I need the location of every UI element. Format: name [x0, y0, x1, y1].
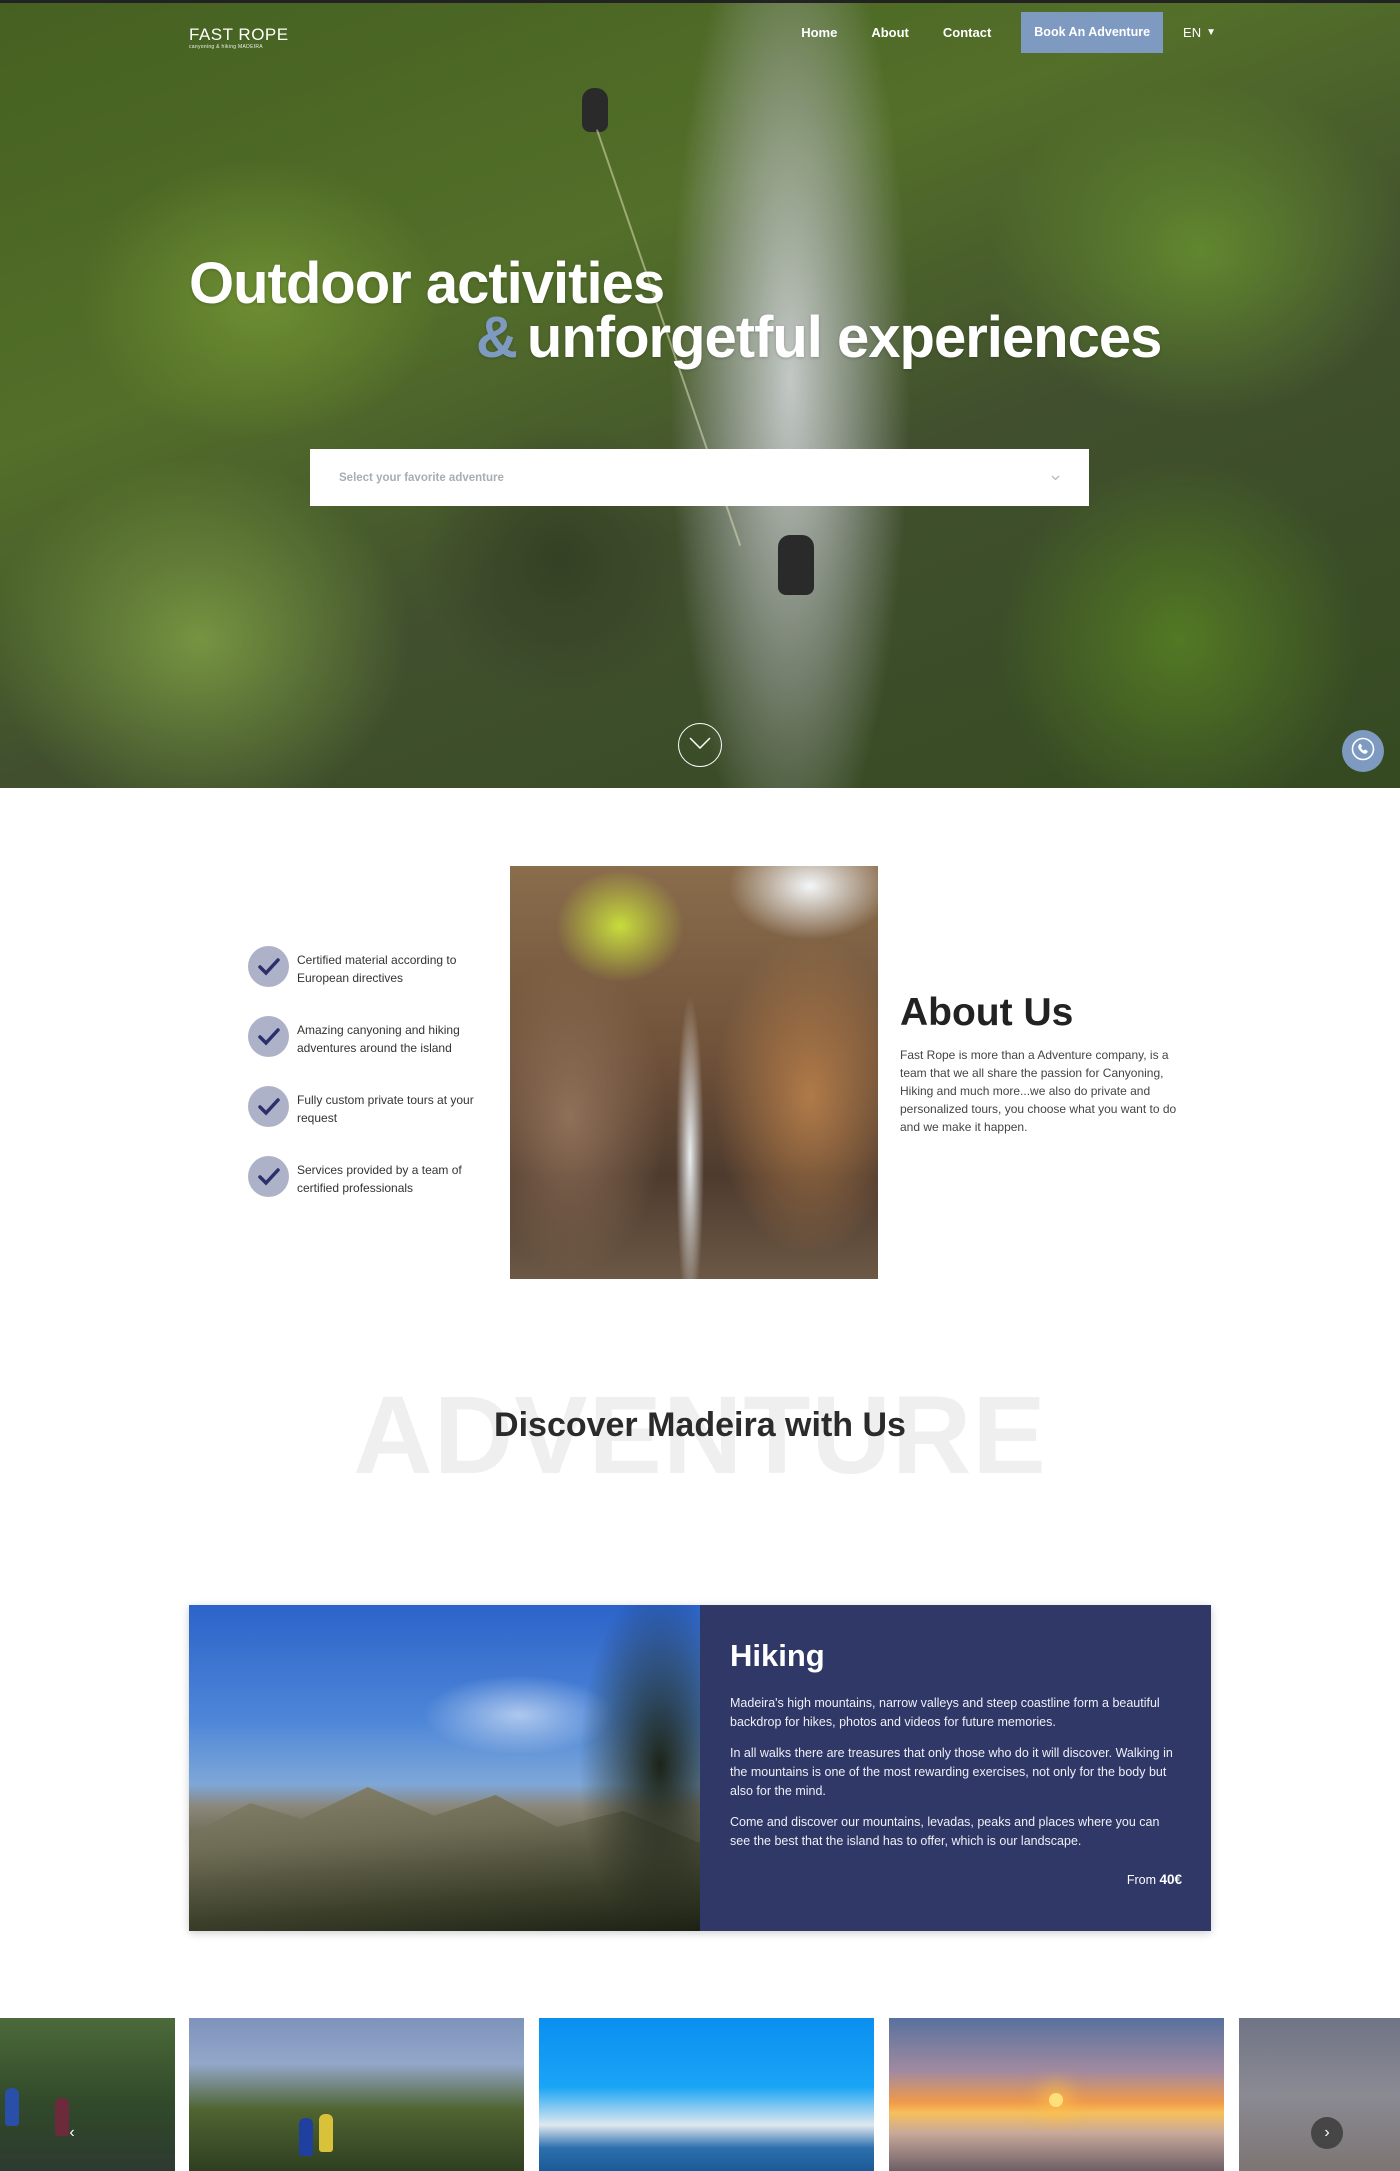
scroll-down-button[interactable]: [678, 723, 722, 767]
nav-home-link[interactable]: Home: [801, 25, 837, 40]
about-title: About Us: [900, 991, 1074, 1034]
language-code: EN: [1183, 25, 1202, 40]
activity-title: Hiking: [730, 1638, 825, 1673]
hiker-figure: [319, 2114, 333, 2152]
hero-climber-image: [582, 88, 608, 132]
feature-item: Services provided by a team of certified…: [248, 1156, 488, 1226]
hiker-figure: [299, 2118, 313, 2156]
activity-paragraph: Madeira's high mountains, narrow valleys…: [730, 1696, 1160, 1729]
price-prefix: From: [1126, 1873, 1156, 1887]
carousel-slide[interactable]: [539, 2018, 874, 2171]
feature-item: Amazing canyoning and hiking adventures …: [248, 1016, 488, 1086]
carousel-slide[interactable]: [189, 2018, 524, 2171]
chevron-down-icon: [1051, 472, 1060, 484]
feature-item: Certified material according to European…: [248, 946, 488, 1016]
chevron-down-icon: [689, 736, 711, 754]
carousel-slide[interactable]: [889, 2018, 1224, 2171]
sun-shape: [1049, 2093, 1063, 2107]
canyon-photo: [510, 866, 878, 1279]
checkmark-icon: [248, 946, 289, 987]
phone-icon: [1351, 737, 1375, 766]
site-logo[interactable]: FAST ROPE canyoning & hiking MADEIRA: [189, 25, 289, 51]
hiking-photo: [189, 1605, 700, 1931]
feature-text: Fully custom private tours at your reque…: [297, 1093, 474, 1125]
book-adventure-button[interactable]: Book An Adventure: [1021, 12, 1164, 53]
hiker-figure: [5, 2088, 19, 2126]
top-border: [0, 0, 1400, 3]
hero-section: FAST ROPE canyoning & hiking MADEIRA Hom…: [0, 0, 1400, 788]
photo-carousel: [0, 2018, 1400, 2171]
feature-text: Amazing canyoning and hiking adventures …: [297, 1023, 460, 1055]
hero-title-line2: & unforgetful experiences: [476, 304, 1162, 371]
adventure-select-placeholder: Select your favorite adventure: [339, 471, 504, 484]
features-list: Certified material according to European…: [248, 946, 488, 1226]
feature-item: Fully custom private tours at your reque…: [248, 1086, 488, 1156]
language-selector[interactable]: EN ▼: [1183, 25, 1216, 40]
nav-about-link[interactable]: About: [871, 25, 909, 40]
checkmark-icon: [248, 1156, 289, 1197]
activity-paragraph: Come and discover our mountains, levadas…: [730, 1815, 1160, 1848]
logo-tagline: canyoning & hiking MADEIRA: [189, 44, 263, 50]
hero-title-line2-text: unforgetful experiences: [526, 305, 1162, 370]
carousel-next-arrow-icon[interactable]: ›: [1311, 2117, 1343, 2149]
price-value: 40€: [1159, 1872, 1182, 1887]
carousel-slide[interactable]: [1239, 2018, 1400, 2171]
checkmark-icon: [248, 1086, 289, 1127]
logo-wordmark: FAST ROPE: [189, 25, 289, 44]
caret-down-icon: ▼: [1206, 27, 1216, 38]
discover-title: Discover Madeira with Us: [494, 1406, 906, 1444]
carousel-slide[interactable]: [0, 2018, 175, 2171]
feature-text: Services provided by a team of certified…: [297, 1163, 462, 1195]
activity-card-body: Hiking Madeira's high mountains, narrow …: [700, 1605, 1211, 1931]
tree-shape: [540, 1605, 700, 1931]
activity-price: From 40€: [1127, 1872, 1182, 1887]
hero-ampersand: &: [476, 305, 518, 370]
carousel-prev-arrow-icon[interactable]: ‹: [56, 2117, 88, 2149]
activity-paragraph: In all walks there are treasures that on…: [730, 1746, 1173, 1798]
about-text: Fast Rope is more than a Adventure compa…: [900, 1048, 1177, 1134]
nav-contact-link[interactable]: Contact: [943, 25, 991, 40]
checkmark-icon: [248, 1016, 289, 1057]
phone-call-button[interactable]: [1342, 730, 1384, 772]
main-nav: Home About Contact Book An Adventure EN …: [801, 12, 1216, 53]
adventure-select[interactable]: Select your favorite adventure: [310, 449, 1089, 506]
activity-card-hiking[interactable]: Hiking Madeira's high mountains, narrow …: [189, 1605, 1211, 1931]
hero-climber-image: [778, 535, 814, 595]
feature-text: Certified material according to European…: [297, 953, 457, 985]
